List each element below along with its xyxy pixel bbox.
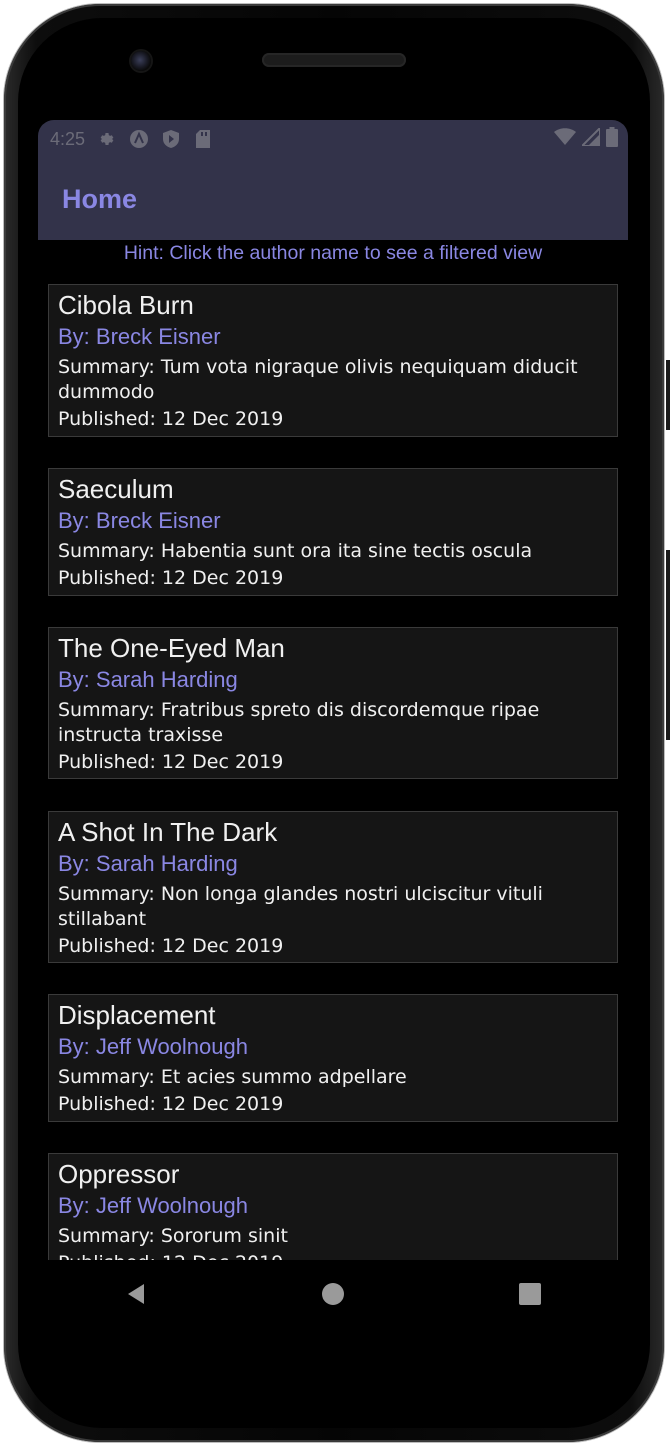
recents-button[interactable] [510, 1276, 550, 1316]
back-icon [124, 1282, 148, 1310]
sd-card-icon [193, 129, 213, 149]
book-card[interactable]: Cibola Burn By: Breck Eisner Summary: Tu… [48, 284, 618, 437]
book-title: Displacement [58, 1000, 216, 1030]
book-summary: Summary: Tum vota nigraque olivis nequiq… [58, 356, 578, 403]
book-title: A Shot In The Dark [58, 817, 278, 847]
wifi-icon [554, 128, 576, 150]
book-summary: Summary: Et acies summo adpellare [58, 1066, 407, 1088]
status-bar: 4:25 [38, 120, 628, 158]
book-card[interactable]: Saeculum By: Breck Eisner Summary: Haben… [48, 468, 618, 596]
book-summary: Summary: Non longa glandes nostri ulcisc… [58, 883, 543, 930]
device-screen: 4:25 Home Hint: Click the author name to… [38, 120, 628, 1260]
home-button[interactable] [313, 1276, 353, 1316]
power-button [666, 550, 670, 740]
earpiece-speaker [262, 53, 406, 67]
book-published: Published: 12 Dec 2019 [58, 751, 284, 773]
gear-icon [97, 129, 117, 149]
book-title: Oppressor [58, 1159, 180, 1189]
book-published: Published: 12 Dec 2019 [58, 408, 284, 430]
volume-button [666, 360, 670, 430]
book-title: Cibola Burn [58, 290, 194, 320]
hint-text: Hint: Click the author name to see a fil… [123, 242, 543, 264]
book-author-link[interactable]: By: Sarah Harding [58, 664, 608, 696]
signal-icon [579, 125, 601, 150]
a-badge-icon [129, 129, 149, 149]
book-summary: Summary: Fratribus spreto dis discordemq… [58, 699, 540, 746]
book-author-link[interactable]: By: Jeff Woolnough [58, 1031, 608, 1063]
book-summary: Summary: Habentia sunt ora ita sine tect… [58, 540, 533, 562]
book-published: Published: 12 Dec 2019 [58, 567, 284, 589]
book-card[interactable]: Oppressor By: Jeff Woolnough Summary: So… [48, 1153, 618, 1260]
book-card[interactable]: The One-Eyed Man By: Sarah Harding Summa… [48, 627, 618, 779]
book-author-link[interactable]: By: Sarah Harding [58, 848, 608, 880]
app-bar: Home [38, 158, 628, 240]
book-title: Saeculum [58, 474, 174, 504]
back-button[interactable] [116, 1276, 156, 1316]
book-card[interactable]: Displacement By: Jeff Woolnough Summary:… [48, 994, 618, 1122]
front-camera [131, 51, 151, 71]
shield-play-icon [161, 129, 181, 149]
book-author-link[interactable]: By: Breck Eisner [58, 321, 608, 353]
status-time: 4:25 [50, 128, 86, 149]
book-published: Published: 12 Dec 2019 [58, 935, 284, 957]
recents-icon [518, 1282, 542, 1310]
book-published: Published: 12 Dec 2019 [58, 1249, 608, 1260]
book-summary: Summary: Sororum sinit [58, 1225, 288, 1247]
home-icon [321, 1282, 345, 1310]
battery-icon [606, 127, 618, 151]
navigation-bar [38, 1260, 628, 1332]
book-card[interactable]: A Shot In The Dark By: Sarah Harding Sum… [48, 811, 618, 963]
book-title: The One-Eyed Man [58, 633, 285, 663]
book-author-link[interactable]: By: Jeff Woolnough [58, 1190, 608, 1222]
page-title: Home [62, 183, 138, 214]
book-published: Published: 12 Dec 2019 [58, 1093, 284, 1115]
book-author-link[interactable]: By: Breck Eisner [58, 505, 608, 537]
